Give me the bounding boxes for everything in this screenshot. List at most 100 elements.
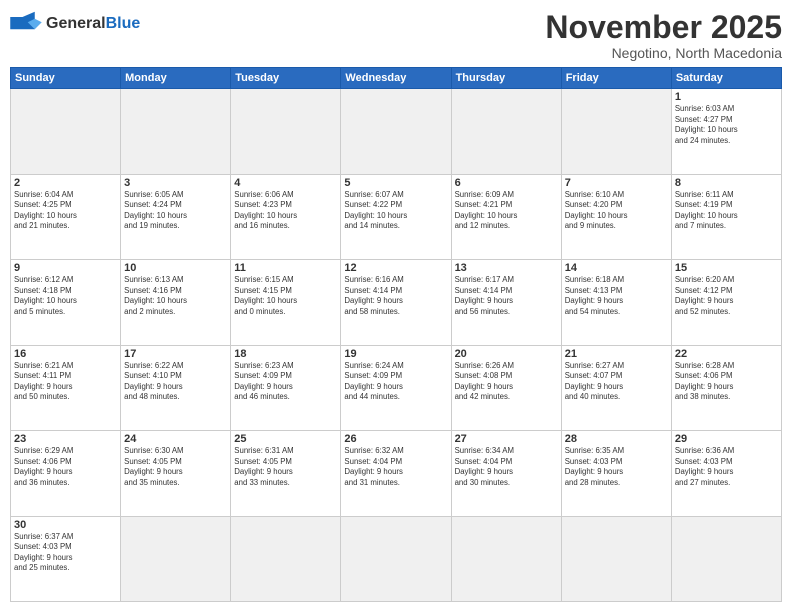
- day-info: Sunrise: 6:10 AM Sunset: 4:20 PM Dayligh…: [565, 190, 668, 232]
- day-number: 13: [455, 262, 558, 274]
- calendar-week-row: 2Sunrise: 6:04 AM Sunset: 4:25 PM Daylig…: [11, 174, 782, 259]
- calendar-cell: 28Sunrise: 6:35 AM Sunset: 4:03 PM Dayli…: [561, 431, 671, 516]
- calendar-cell: [671, 516, 781, 601]
- logo-icon: [10, 10, 42, 38]
- calendar-header-wednesday: Wednesday: [341, 68, 451, 89]
- calendar-cell: 7Sunrise: 6:10 AM Sunset: 4:20 PM Daylig…: [561, 174, 671, 259]
- day-info: Sunrise: 6:05 AM Sunset: 4:24 PM Dayligh…: [124, 190, 227, 232]
- calendar-cell: [121, 89, 231, 174]
- day-info: Sunrise: 6:15 AM Sunset: 4:15 PM Dayligh…: [234, 275, 337, 317]
- calendar-cell: 3Sunrise: 6:05 AM Sunset: 4:24 PM Daylig…: [121, 174, 231, 259]
- calendar-cell: 1Sunrise: 6:03 AM Sunset: 4:27 PM Daylig…: [671, 89, 781, 174]
- day-number: 12: [344, 262, 447, 274]
- calendar-cell: [451, 516, 561, 601]
- calendar-cell: 2Sunrise: 6:04 AM Sunset: 4:25 PM Daylig…: [11, 174, 121, 259]
- day-number: 9: [14, 262, 117, 274]
- day-number: 7: [565, 177, 668, 189]
- day-number: 6: [455, 177, 558, 189]
- day-number: 5: [344, 177, 447, 189]
- day-number: 16: [14, 348, 117, 360]
- day-info: Sunrise: 6:34 AM Sunset: 4:04 PM Dayligh…: [455, 446, 558, 488]
- day-number: 28: [565, 433, 668, 445]
- day-info: Sunrise: 6:23 AM Sunset: 4:09 PM Dayligh…: [234, 361, 337, 403]
- day-info: Sunrise: 6:30 AM Sunset: 4:05 PM Dayligh…: [124, 446, 227, 488]
- day-number: 15: [675, 262, 778, 274]
- day-number: 22: [675, 348, 778, 360]
- day-info: Sunrise: 6:27 AM Sunset: 4:07 PM Dayligh…: [565, 361, 668, 403]
- calendar-cell: [561, 516, 671, 601]
- page: GeneralBlue November 2025 Negotino, Nort…: [0, 0, 792, 612]
- header: GeneralBlue November 2025 Negotino, Nort…: [10, 10, 782, 61]
- calendar-cell: 23Sunrise: 6:29 AM Sunset: 4:06 PM Dayli…: [11, 431, 121, 516]
- calendar-cell: 8Sunrise: 6:11 AM Sunset: 4:19 PM Daylig…: [671, 174, 781, 259]
- calendar-cell: 15Sunrise: 6:20 AM Sunset: 4:12 PM Dayli…: [671, 260, 781, 345]
- calendar-header-sunday: Sunday: [11, 68, 121, 89]
- day-number: 27: [455, 433, 558, 445]
- day-number: 4: [234, 177, 337, 189]
- logo-text: GeneralBlue: [46, 16, 140, 32]
- day-info: Sunrise: 6:12 AM Sunset: 4:18 PM Dayligh…: [14, 275, 117, 317]
- day-number: 24: [124, 433, 227, 445]
- calendar-cell: 25Sunrise: 6:31 AM Sunset: 4:05 PM Dayli…: [231, 431, 341, 516]
- calendar-week-row: 30Sunrise: 6:37 AM Sunset: 4:03 PM Dayli…: [11, 516, 782, 601]
- calendar-cell: 27Sunrise: 6:34 AM Sunset: 4:04 PM Dayli…: [451, 431, 561, 516]
- day-info: Sunrise: 6:35 AM Sunset: 4:03 PM Dayligh…: [565, 446, 668, 488]
- day-info: Sunrise: 6:24 AM Sunset: 4:09 PM Dayligh…: [344, 361, 447, 403]
- day-number: 30: [14, 519, 117, 531]
- calendar-cell: 21Sunrise: 6:27 AM Sunset: 4:07 PM Dayli…: [561, 345, 671, 430]
- day-number: 3: [124, 177, 227, 189]
- calendar-cell: [121, 516, 231, 601]
- day-info: Sunrise: 6:29 AM Sunset: 4:06 PM Dayligh…: [14, 446, 117, 488]
- day-number: 20: [455, 348, 558, 360]
- calendar-cell: 30Sunrise: 6:37 AM Sunset: 4:03 PM Dayli…: [11, 516, 121, 601]
- subtitle: Negotino, North Macedonia: [545, 45, 782, 61]
- day-number: 2: [14, 177, 117, 189]
- calendar-header-saturday: Saturday: [671, 68, 781, 89]
- calendar-cell: 11Sunrise: 6:15 AM Sunset: 4:15 PM Dayli…: [231, 260, 341, 345]
- day-number: 11: [234, 262, 337, 274]
- calendar-header-monday: Monday: [121, 68, 231, 89]
- day-info: Sunrise: 6:13 AM Sunset: 4:16 PM Dayligh…: [124, 275, 227, 317]
- calendar-cell: 14Sunrise: 6:18 AM Sunset: 4:13 PM Dayli…: [561, 260, 671, 345]
- calendar-cell: 24Sunrise: 6:30 AM Sunset: 4:05 PM Dayli…: [121, 431, 231, 516]
- day-number: 26: [344, 433, 447, 445]
- calendar-week-row: 23Sunrise: 6:29 AM Sunset: 4:06 PM Dayli…: [11, 431, 782, 516]
- day-info: Sunrise: 6:28 AM Sunset: 4:06 PM Dayligh…: [675, 361, 778, 403]
- calendar-cell: 9Sunrise: 6:12 AM Sunset: 4:18 PM Daylig…: [11, 260, 121, 345]
- day-info: Sunrise: 6:22 AM Sunset: 4:10 PM Dayligh…: [124, 361, 227, 403]
- calendar-week-row: 1Sunrise: 6:03 AM Sunset: 4:27 PM Daylig…: [11, 89, 782, 174]
- day-info: Sunrise: 6:31 AM Sunset: 4:05 PM Dayligh…: [234, 446, 337, 488]
- day-info: Sunrise: 6:03 AM Sunset: 4:27 PM Dayligh…: [675, 104, 778, 146]
- calendar-cell: 18Sunrise: 6:23 AM Sunset: 4:09 PM Dayli…: [231, 345, 341, 430]
- day-info: Sunrise: 6:11 AM Sunset: 4:19 PM Dayligh…: [675, 190, 778, 232]
- day-info: Sunrise: 6:21 AM Sunset: 4:11 PM Dayligh…: [14, 361, 117, 403]
- title-block: November 2025 Negotino, North Macedonia: [545, 10, 782, 61]
- day-info: Sunrise: 6:04 AM Sunset: 4:25 PM Dayligh…: [14, 190, 117, 232]
- day-info: Sunrise: 6:09 AM Sunset: 4:21 PM Dayligh…: [455, 190, 558, 232]
- day-number: 25: [234, 433, 337, 445]
- calendar-header-thursday: Thursday: [451, 68, 561, 89]
- calendar-cell: 19Sunrise: 6:24 AM Sunset: 4:09 PM Dayli…: [341, 345, 451, 430]
- day-number: 1: [675, 91, 778, 103]
- day-info: Sunrise: 6:18 AM Sunset: 4:13 PM Dayligh…: [565, 275, 668, 317]
- calendar-header-row: SundayMondayTuesdayWednesdayThursdayFrid…: [11, 68, 782, 89]
- day-info: Sunrise: 6:37 AM Sunset: 4:03 PM Dayligh…: [14, 532, 117, 574]
- calendar-cell: 20Sunrise: 6:26 AM Sunset: 4:08 PM Dayli…: [451, 345, 561, 430]
- main-title: November 2025: [545, 10, 782, 45]
- day-number: 8: [675, 177, 778, 189]
- day-number: 29: [675, 433, 778, 445]
- calendar-cell: [561, 89, 671, 174]
- calendar-cell: [341, 516, 451, 601]
- day-number: 19: [344, 348, 447, 360]
- calendar-header-friday: Friday: [561, 68, 671, 89]
- day-info: Sunrise: 6:07 AM Sunset: 4:22 PM Dayligh…: [344, 190, 447, 232]
- day-number: 18: [234, 348, 337, 360]
- day-info: Sunrise: 6:20 AM Sunset: 4:12 PM Dayligh…: [675, 275, 778, 317]
- calendar-cell: 10Sunrise: 6:13 AM Sunset: 4:16 PM Dayli…: [121, 260, 231, 345]
- day-info: Sunrise: 6:06 AM Sunset: 4:23 PM Dayligh…: [234, 190, 337, 232]
- calendar-cell: 29Sunrise: 6:36 AM Sunset: 4:03 PM Dayli…: [671, 431, 781, 516]
- calendar-cell: 22Sunrise: 6:28 AM Sunset: 4:06 PM Dayli…: [671, 345, 781, 430]
- day-number: 17: [124, 348, 227, 360]
- day-info: Sunrise: 6:26 AM Sunset: 4:08 PM Dayligh…: [455, 361, 558, 403]
- calendar-cell: 4Sunrise: 6:06 AM Sunset: 4:23 PM Daylig…: [231, 174, 341, 259]
